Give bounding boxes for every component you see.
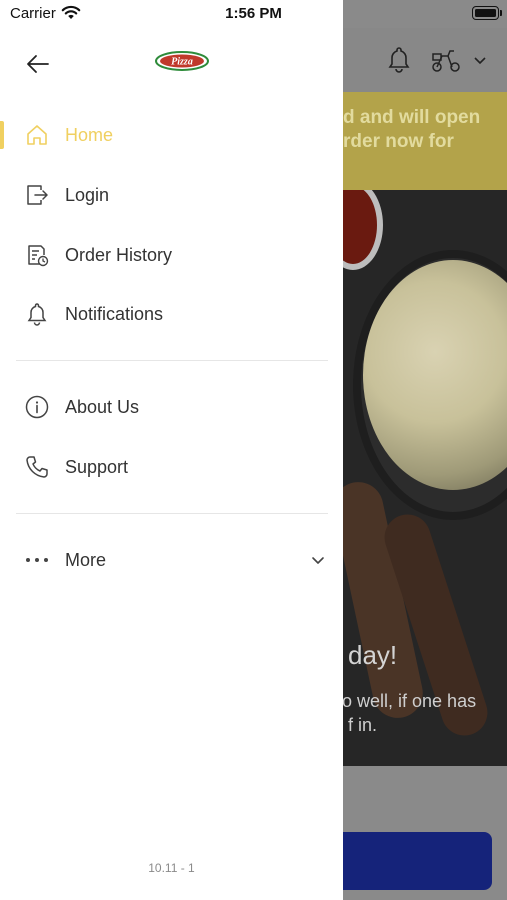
menu-item-label: About Us — [65, 396, 140, 417]
menu-item-login[interactable]: Login — [0, 169, 343, 221]
menu-item-label: Order History — [65, 244, 173, 265]
brand-logo: Pizza — [154, 50, 210, 72]
bell-icon — [384, 44, 414, 74]
chevron-down-icon[interactable] — [310, 552, 326, 568]
home-icon — [24, 122, 50, 148]
info-icon — [24, 394, 50, 420]
logo-text: Pizza — [171, 57, 193, 68]
arrow-left-icon — [25, 51, 51, 77]
banner-line: rder now for — [343, 131, 454, 152]
hero-sub-line: o well, if one has — [342, 691, 477, 711]
battery-fill — [475, 9, 496, 17]
menu-item-about-us[interactable]: About Us — [0, 381, 343, 433]
status-bar: Carrier 1:56 PM — [0, 0, 507, 28]
hero-image — [343, 190, 507, 766]
menu-item-home[interactable]: Home — [0, 109, 343, 161]
menu-item-label: Login — [65, 184, 110, 205]
hero-subtitle: o well, if one has f in. — [342, 689, 476, 737]
menu-item-more[interactable]: More — [0, 534, 343, 586]
order-history-icon — [24, 242, 50, 268]
more-dots-icon — [24, 547, 50, 573]
scooter-icon — [430, 46, 462, 74]
clock: 1:56 PM — [225, 5, 282, 22]
menu-item-label: Support — [65, 456, 129, 477]
menu-item-label: More — [65, 549, 107, 570]
divider — [16, 360, 328, 361]
menu-item-notifications[interactable]: Notifications — [0, 288, 343, 340]
menu-item-order-history[interactable]: Order History — [0, 229, 343, 281]
app-version: 10.11 - 1 — [148, 861, 195, 875]
back-button[interactable] — [22, 48, 54, 80]
divider — [16, 513, 328, 514]
sauce-bowl — [343, 190, 383, 270]
menu-item-support[interactable]: Support — [0, 441, 343, 493]
hero-sub-line: f in. — [348, 715, 378, 735]
chevron-down-icon — [472, 52, 488, 68]
banner-text: d and will open rder now for — [343, 106, 507, 154]
navigation-drawer: Pizza Home Login Order History Notificat… — [0, 0, 343, 900]
battery-icon — [472, 6, 499, 20]
phone-icon — [24, 454, 50, 480]
bell-icon — [24, 301, 50, 327]
banner-line: d and will open — [343, 107, 481, 128]
login-icon — [24, 182, 50, 208]
battery-nub — [500, 10, 502, 16]
order-button — [335, 832, 492, 890]
hero-title: day! — [348, 640, 398, 670]
menu-item-label: Home — [65, 124, 114, 145]
menu-item-label: Notifications — [65, 303, 164, 324]
